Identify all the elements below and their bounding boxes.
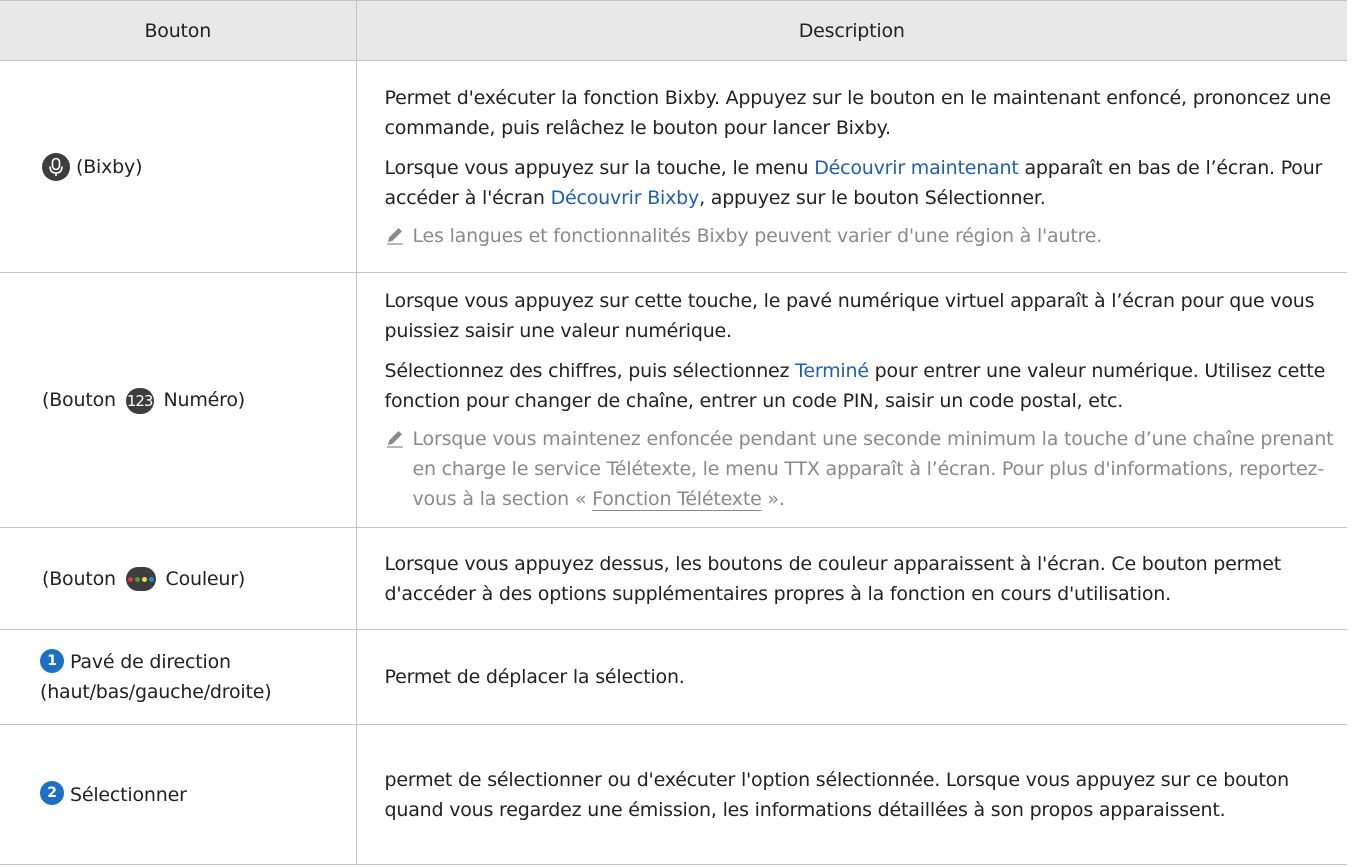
description-cell-select: permet de sélectionner ou d'exécuter l'o… <box>356 724 1347 865</box>
description-text: Lorsque vous appuyez sur la touche, le m… <box>385 153 1340 213</box>
callout-number-1-icon: 1 <box>40 648 64 673</box>
color-dots-icon <box>125 567 156 591</box>
button-cell-bixby: (Bixby) <box>0 60 357 273</box>
description-text: Sélectionnez des chiffres, puis sélectio… <box>385 356 1340 416</box>
button-label-prefix: (Bouton <box>42 389 122 411</box>
pencil-icon <box>385 424 413 448</box>
description-text: Lorsque vous appuyez dessus, les boutons… <box>384 552 1282 605</box>
table-row-select: 2 Sélectionner permet de sélectionner ou … <box>0 724 1347 865</box>
description-cell-color: Lorsque vous appuyez dessus, les boutons… <box>356 527 1347 630</box>
button-label-suffix: Numéro) <box>157 389 246 411</box>
description-text: Permet de déplacer la sélection. <box>384 666 685 688</box>
callout-number-2-icon: 2 <box>40 781 64 805</box>
button-cell-direction: 1 Pavé de direction (haut/bas/gauche/droi… <box>0 629 357 725</box>
button-description-table: Bouton Description (Bixby) Permet d'exéc… <box>0 0 1347 865</box>
text-segment: Lorsque vous appuyez sur la touche, le m… <box>384 156 815 179</box>
menu-term-discover-now: Découvrir maintenant <box>814 156 1019 179</box>
description-cell-direction: Permet de déplacer la sélection. <box>356 629 1347 725</box>
text-segment: Lorsque vous maintenez enfoncée pendant … <box>412 428 1334 510</box>
text-segment: , appuyez sur le bouton Sélectionner. <box>699 186 1046 209</box>
description-cell-bixby: Permet d'exécuter la fonction Bixby. App… <box>356 60 1347 273</box>
table-row-direction: 1 Pavé de direction (haut/bas/gauche/droi… <box>0 629 1347 725</box>
note-text: Les langues et fonctionnalités Bixby peu… <box>412 224 1103 247</box>
note-text: Lorsque vous maintenez enfoncée pendant … <box>413 424 1340 514</box>
pencil-icon <box>385 221 413 245</box>
button-cell-number: (Bouton 123 Numéro) <box>0 272 357 528</box>
note: Les langues et fonctionnalités Bixby peu… <box>385 221 1340 251</box>
description-text: Permet d'exécuter la fonction Bixby. App… <box>384 86 1332 139</box>
number-123-icon: 123 <box>125 387 154 414</box>
menu-term-done: Terminé <box>795 360 869 382</box>
description-text: Lorsque vous appuyez sur cette touche, l… <box>384 290 1315 342</box>
button-cell-color: (Bouton Couleur) <box>0 527 357 630</box>
microphone-icon <box>42 153 70 181</box>
menu-term-discover-bixby: Découvrir Bixby <box>550 186 700 209</box>
text-segment: ». <box>761 488 785 510</box>
description-text: permet de sélectionner ou d'exécuter l'o… <box>384 768 1290 821</box>
teletext-section-link[interactable]: Fonction Télétexte <box>592 488 762 510</box>
description-cell-number: Lorsque vous appuyez sur cette touche, l… <box>356 272 1347 528</box>
table-row-color: (Bouton Couleur) Lorsque vous appuyez de… <box>0 527 1347 630</box>
button-label-select: Sélectionner <box>70 783 187 806</box>
column-header-description: Description <box>355 0 1347 61</box>
button-label-direction: Pavé de direction (haut/bas/gauche/droit… <box>40 651 272 703</box>
column-header-button: Bouton <box>0 0 356 61</box>
button-cell-select: 2 Sélectionner <box>0 724 357 865</box>
note: Lorsque vous maintenez enfoncée pendant … <box>385 424 1340 514</box>
button-label-suffix: Couleur) <box>159 567 246 590</box>
button-label-bixby: (Bixby) <box>76 155 143 178</box>
table-row-number: (Bouton 123 Numéro) Lorsque vous appuyez… <box>0 272 1347 528</box>
text-segment: Sélectionnez des chiffres, puis sélectio… <box>384 360 796 382</box>
table-row-bixby: (Bixby) Permet d'exécuter la fonction Bi… <box>0 60 1347 273</box>
button-label-prefix: (Bouton <box>42 567 122 590</box>
table-header-row: Bouton Description <box>0 0 1347 61</box>
